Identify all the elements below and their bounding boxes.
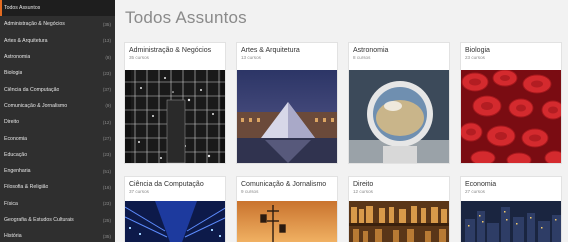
app-root: Todos Assuntos Administração & Negócios (… <box>0 0 568 242</box>
sidebar-item-count: (27) <box>102 136 111 142</box>
sidebar-item-label: Direito <box>4 119 19 126</box>
subject-card-artes[interactable]: Artes & Arquitetura 13 cursos <box>236 42 338 164</box>
card-title: Artes & Arquitetura <box>241 47 300 54</box>
sidebar-item-educacao[interactable]: Educação (23) <box>0 147 115 163</box>
sidebar-item-comunicacao[interactable]: Comunicação & Jornalismo (9) <box>0 98 115 114</box>
subject-card-astronomia[interactable]: Astronomia 8 cursos <box>348 42 450 164</box>
sidebar-item-ciencia-computacao[interactable]: Ciência da Computação (37) <box>0 81 115 97</box>
card-title: Administração & Negócios <box>129 47 212 54</box>
subject-card-administracao[interactable]: Administração & Negócios 35 cursos <box>124 42 226 164</box>
sidebar-item-label: Comunicação & Jornalismo <box>4 102 68 109</box>
red-blood-cells-image <box>461 70 561 163</box>
card-title: Economia <box>465 181 497 188</box>
sidebar-item-artes[interactable]: Artes & Arquitetura (13) <box>0 33 115 49</box>
sidebar-item-label: Filosofia & Religião <box>4 184 49 191</box>
subject-sidebar: Todos Assuntos Administração & Negócios (… <box>0 0 115 242</box>
sidebar-item-label: Física <box>4 200 18 207</box>
sidebar-item-count: (9) <box>105 103 111 109</box>
sidebar-item-count: (35) <box>102 233 111 239</box>
page-title: Todos Assuntos <box>125 8 247 27</box>
sidebar-item-label: Biologia <box>4 70 23 77</box>
card-title: Comunicação & Jornalismo <box>241 181 327 188</box>
card-course-count: 12 cursos <box>353 189 373 194</box>
card-course-count: 23 cursos <box>465 55 485 60</box>
sidebar-item-count: (16) <box>102 184 111 190</box>
card-course-count: 9 cursos <box>241 189 259 194</box>
subject-card-biologia[interactable]: Biologia 23 cursos <box>460 42 562 164</box>
sidebar-item-count: (12) <box>102 119 111 125</box>
sidebar-item-count: (51) <box>102 168 111 174</box>
card-course-count: 37 cursos <box>129 189 149 194</box>
sidebar-item-label: Artes & Arquitetura <box>4 37 48 44</box>
sidebar-item-administracao[interactable]: Administração & Negócios (35) <box>0 16 115 32</box>
sidebar-item-geografia[interactable]: Geografia & Estudos Culturais (25) <box>0 212 115 228</box>
sidebar-item-count: (8) <box>105 54 111 60</box>
sidebar-item-todos-assuntos[interactable]: Todos Assuntos <box>0 0 115 17</box>
sidebar-item-label: Geografia & Estudos Culturais <box>4 217 74 223</box>
radio-antenna-image <box>237 201 337 242</box>
sidebar-item-label: Educação <box>4 151 28 158</box>
card-course-count: 8 cursos <box>353 55 371 60</box>
abstract-tower-image <box>125 70 225 163</box>
sidebar-item-direito[interactable]: Direito (12) <box>0 114 115 130</box>
sidebar-item-biologia[interactable]: Biologia (23) <box>0 65 115 81</box>
card-title: Ciência da Computação <box>129 181 204 188</box>
sidebar-item-count: (23) <box>102 201 111 207</box>
sidebar-item-label: Economia <box>4 135 28 142</box>
card-title: Astronomia <box>353 47 389 54</box>
sidebar-item-count: (35) <box>102 21 111 27</box>
sidebar-item-count: (25) <box>102 217 111 223</box>
sidebar-item-label: Todos Assuntos <box>4 5 41 12</box>
sidebar-item-label: Engenharia <box>4 168 31 175</box>
astronaut-helmet-image <box>349 70 449 163</box>
sidebar-item-economia[interactable]: Economia (27) <box>0 130 115 146</box>
subject-card-direito[interactable]: Direito 12 cursos <box>348 176 450 242</box>
card-title: Biologia <box>465 47 490 54</box>
library-books-image <box>349 201 449 242</box>
sidebar-item-count: (23) <box>102 70 111 76</box>
sidebar-item-count: (37) <box>102 87 111 93</box>
sidebar-item-label: Administração & Negócios <box>4 21 65 28</box>
sidebar-item-label: História <box>4 233 22 240</box>
sidebar-item-label: Ciência da Computação <box>4 86 60 93</box>
card-title: Direito <box>353 181 374 188</box>
sidebar-item-filosofia[interactable]: Filosofia & Religião (16) <box>0 179 115 195</box>
subject-card-comunicacao[interactable]: Comunicação & Jornalismo 9 cursos <box>236 176 338 242</box>
louvre-pyramid-image <box>237 70 337 163</box>
card-course-count: 13 cursos <box>241 55 261 60</box>
card-course-count: 35 cursos <box>129 55 149 60</box>
sidebar-item-engenharia[interactable]: Engenharia (51) <box>0 163 115 179</box>
main-content: Todos Assuntos Administração & Negócios … <box>115 0 568 242</box>
sidebar-item-count: (13) <box>102 38 111 44</box>
sidebar-item-fisica[interactable]: Física (23) <box>0 196 115 212</box>
sidebar-item-astronomia[interactable]: Astronomia (8) <box>0 49 115 65</box>
server-room-image <box>125 201 225 242</box>
sidebar-item-label: Astronomia <box>4 54 31 61</box>
card-course-count: 27 cursos <box>465 189 485 194</box>
sidebar-item-count: (23) <box>102 152 111 158</box>
subject-card-economia[interactable]: Economia 27 cursos <box>460 176 562 242</box>
subject-card-ciencia-computacao[interactable]: Ciência da Computação 37 cursos <box>124 176 226 242</box>
sidebar-item-historia[interactable]: História (35) <box>0 228 115 242</box>
city-skyline-night-image <box>461 201 561 242</box>
